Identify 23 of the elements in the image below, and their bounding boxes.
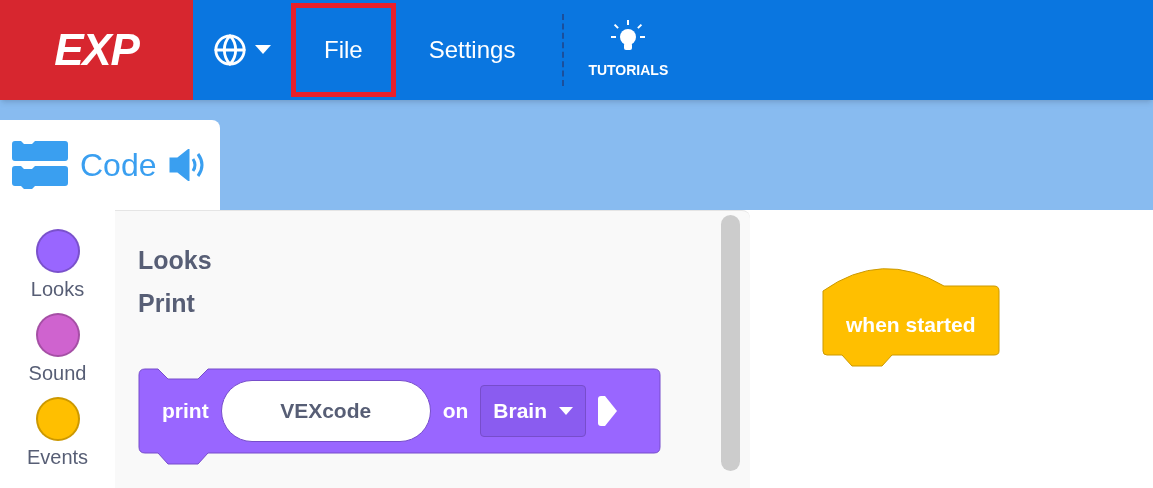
blocks-icon	[12, 141, 68, 189]
menu-item[interactable]: Settings	[395, 3, 549, 97]
menu-item[interactable]: File	[291, 3, 396, 97]
print-block[interactable]: print VEXcode on Brain	[138, 368, 661, 466]
logo-panel[interactable]: EXP	[0, 0, 193, 100]
globe-icon	[213, 33, 247, 67]
tutorials-button[interactable]: TUTORIALS	[564, 0, 693, 100]
logo: EXP	[54, 24, 139, 76]
palette-heading: Looks	[138, 245, 213, 276]
category-item[interactable]: Events	[26, 397, 89, 468]
block-label: on	[442, 398, 469, 425]
category-item[interactable]: Sound	[28, 313, 87, 384]
device-dropdown[interactable]: Brain	[480, 385, 586, 437]
code-tab[interactable]: Code	[0, 120, 220, 210]
text-input[interactable]: VEXcode	[220, 380, 431, 442]
caret-icon	[559, 407, 573, 415]
block-label: when started	[846, 312, 976, 338]
block-label: print	[162, 398, 209, 425]
scrollbar[interactable]	[721, 215, 740, 471]
play-icon	[598, 396, 618, 426]
caret-icon	[255, 45, 271, 55]
palette-heading: Print	[138, 288, 196, 319]
category-item[interactable]: Looks	[30, 229, 85, 300]
